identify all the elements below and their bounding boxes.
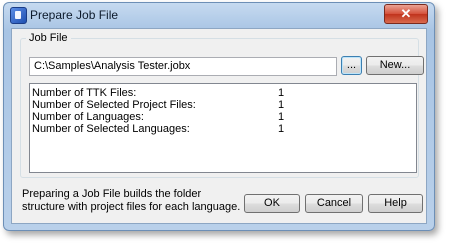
close-button[interactable]: ✕ <box>384 4 428 24</box>
footer-description: Preparing a Job File builds the folder s… <box>22 188 241 213</box>
close-icon: ✕ <box>400 6 412 21</box>
stat-label: Number of Languages: <box>32 111 144 123</box>
title-bar[interactable]: Prepare Job File ✕ <box>4 3 434 27</box>
stat-value: 1 <box>278 123 285 135</box>
stat-label: Number of TTK Files: <box>32 87 137 99</box>
new-job-file-button[interactable]: New... <box>366 56 424 75</box>
window-title: Prepare Job File <box>30 8 119 22</box>
job-file-path-input[interactable] <box>29 57 337 76</box>
stat-value: 1 <box>278 111 285 123</box>
dialog-window: Prepare Job File ✕ Job File ... New... N… <box>3 2 435 231</box>
stat-value: 1 <box>278 87 285 99</box>
stat-label: Number of Selected Project Files: <box>32 99 196 111</box>
job-file-group-label: Job File <box>26 32 71 44</box>
browse-button[interactable]: ... <box>341 56 362 75</box>
job-file-stats-box: Number of TTK Files: 1 Number of Selecte… <box>29 83 417 173</box>
dialog-body: Job File ... New... Number of TTK Files:… <box>11 28 427 224</box>
help-button[interactable]: Help <box>368 194 423 213</box>
stat-value: 1 <box>278 99 285 111</box>
app-icon <box>10 7 27 24</box>
stat-label: Number of Selected Languages: <box>32 123 190 135</box>
cancel-button[interactable]: Cancel <box>305 194 363 213</box>
ok-button[interactable]: OK <box>244 194 300 213</box>
job-file-group: Job File ... New... Number of TTK Files:… <box>20 32 424 178</box>
